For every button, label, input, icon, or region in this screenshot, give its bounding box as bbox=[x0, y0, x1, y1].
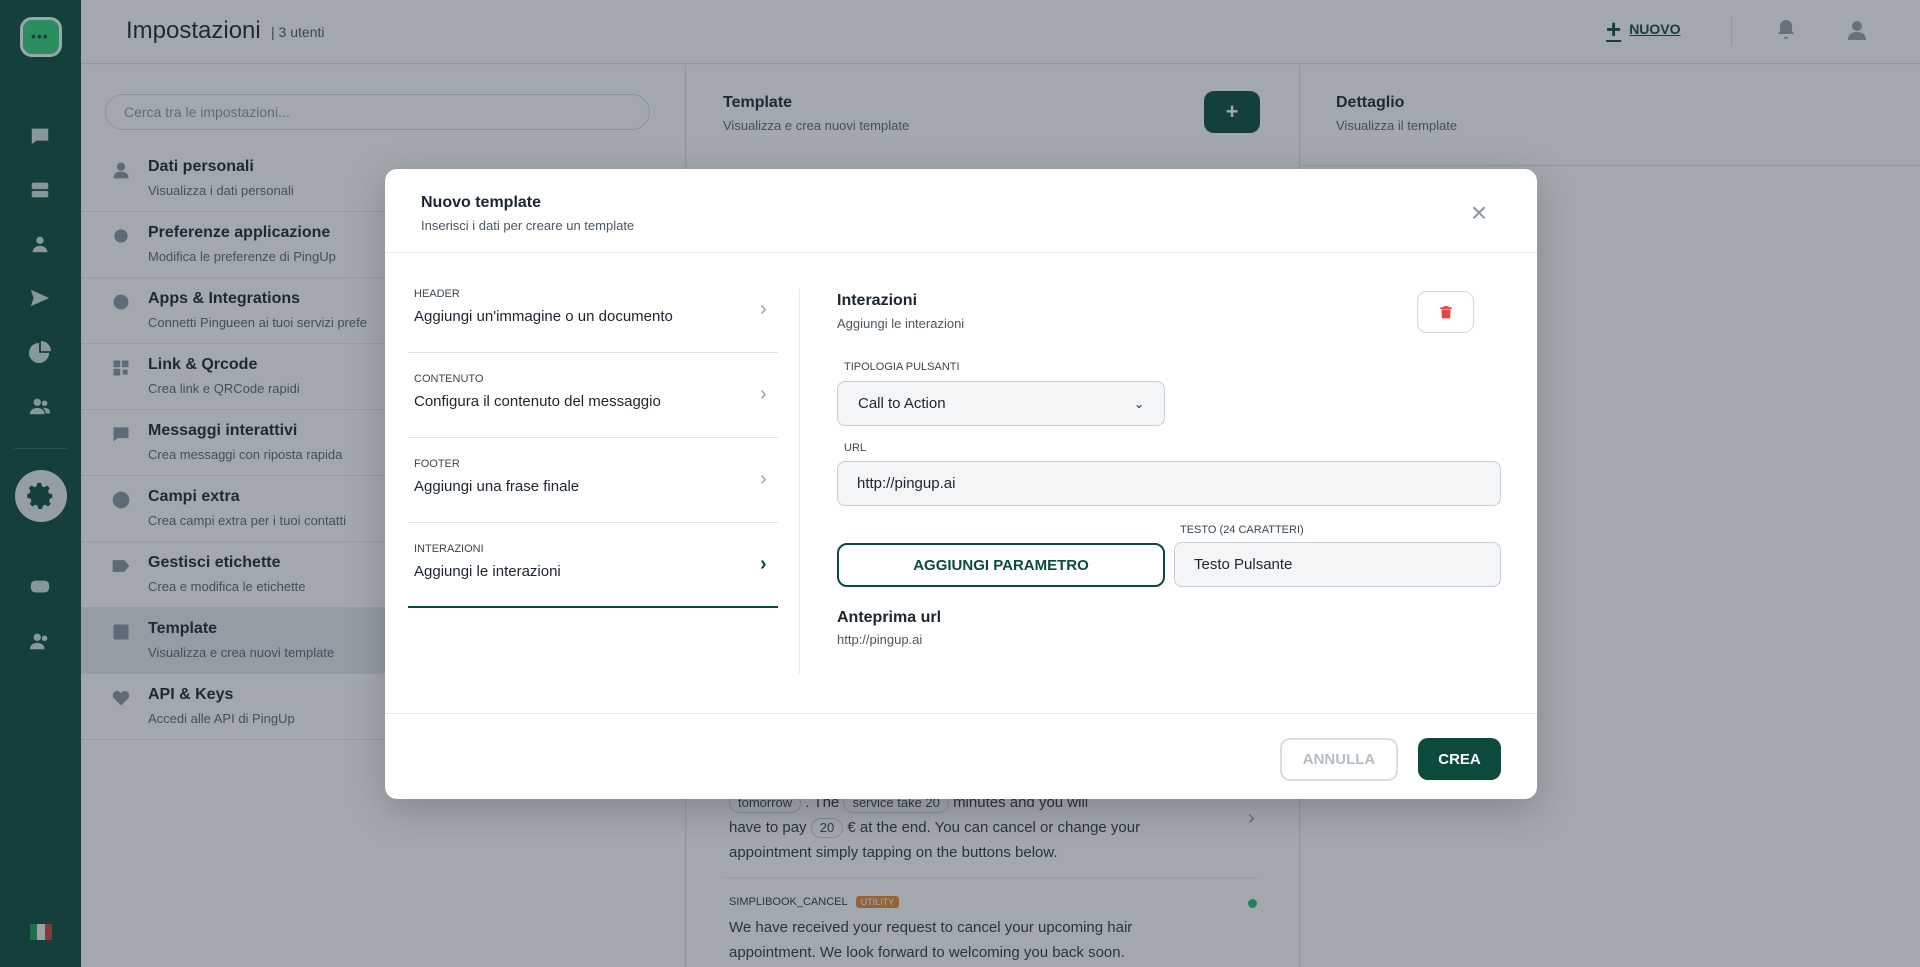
modal-footer-divider bbox=[385, 713, 1537, 714]
section-subtitle: Aggiungi le interazioni bbox=[837, 316, 965, 331]
chevron-right-icon: › bbox=[760, 298, 767, 320]
chevron-right-icon: › bbox=[760, 553, 767, 575]
step-key: CONTENUTO bbox=[414, 373, 484, 385]
url-input[interactable]: http://pingup.ai bbox=[837, 461, 1501, 506]
cancel-button[interactable]: ANNULLA bbox=[1280, 738, 1398, 781]
step-key: HEADER bbox=[414, 288, 460, 300]
step-key: FOOTER bbox=[414, 458, 460, 470]
button-text-input[interactable]: Testo Pulsante bbox=[1174, 542, 1501, 587]
modal-vertical-divider bbox=[799, 289, 800, 674]
create-button[interactable]: CREA bbox=[1418, 738, 1501, 780]
step-interactions[interactable]: INTERAZIONI Aggiungi le interazioni › bbox=[408, 523, 778, 608]
step-content[interactable]: CONTENUTO Configura il contenuto del mes… bbox=[408, 353, 778, 438]
button-type-value: Call to Action bbox=[858, 395, 946, 412]
trash-icon bbox=[1439, 306, 1452, 319]
button-text-label: TESTO (24 CARATTERI) bbox=[1180, 524, 1304, 536]
step-header[interactable]: HEADER Aggiungi un'immagine o un documen… bbox=[408, 268, 778, 353]
close-icon[interactable]: × bbox=[1467, 199, 1491, 227]
button-type-label: TIPOLOGIA PULSANTI bbox=[844, 361, 960, 373]
delete-button[interactable] bbox=[1417, 291, 1474, 333]
url-preview-value: http://pingup.ai bbox=[837, 632, 923, 647]
modal-header-divider bbox=[385, 252, 1537, 253]
step-value: Configura il contenuto del messaggio bbox=[414, 393, 661, 410]
chevron-right-icon: › bbox=[760, 383, 767, 405]
url-label: URL bbox=[844, 442, 867, 454]
section-title: Interazioni bbox=[837, 292, 918, 309]
modal-subtitle: Inserisci i dati per creare un template bbox=[421, 218, 635, 233]
step-footer[interactable]: FOOTER Aggiungi una frase finale › bbox=[408, 438, 778, 523]
chevron-down-icon: ⌄ bbox=[1133, 396, 1144, 411]
modal-title: Nuovo template bbox=[421, 194, 542, 211]
url-preview-title: Anteprima url bbox=[837, 609, 942, 626]
button-type-select[interactable]: Call to Action ⌄ bbox=[837, 381, 1165, 426]
step-value: Aggiungi una frase finale bbox=[414, 478, 580, 495]
step-value: Aggiungi le interazioni bbox=[414, 563, 561, 580]
add-parameter-button[interactable]: AGGIUNGI PARAMETRO bbox=[837, 543, 1165, 587]
step-value: Aggiungi un'immagine o un documento bbox=[414, 308, 673, 325]
chevron-right-icon: › bbox=[760, 468, 767, 490]
new-template-modal: Nuovo template Inserisci i dati per crea… bbox=[385, 169, 1537, 799]
step-key: INTERAZIONI bbox=[414, 543, 484, 555]
